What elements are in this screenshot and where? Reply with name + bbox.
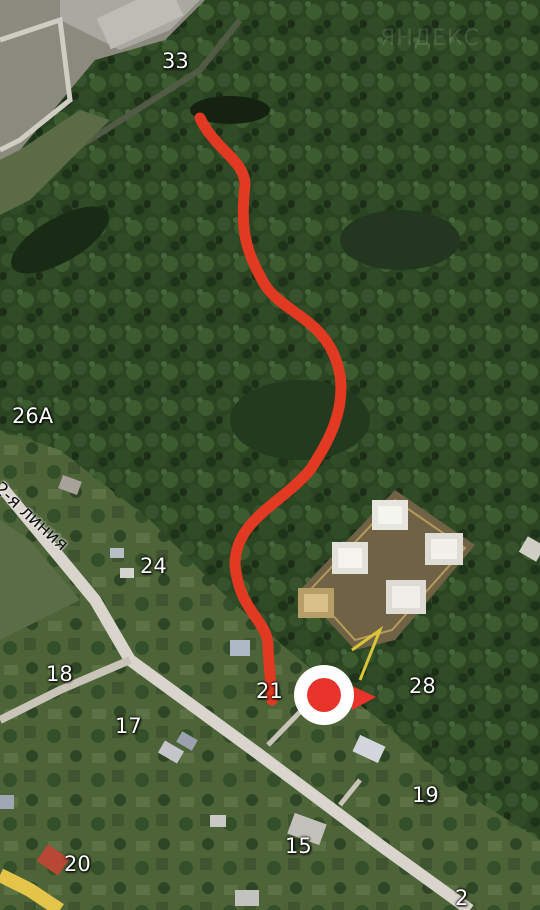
house-number-2: 2	[455, 886, 469, 910]
user-location-marker[interactable]	[290, 664, 386, 728]
location-dot-icon	[307, 678, 341, 712]
house-number-26a: 26A	[12, 404, 54, 428]
house-number-18: 18	[46, 662, 73, 686]
map-canvas[interactable]: ЯНДЕКС 33 26A 24 18 17 21 28 19 15 20 2 …	[0, 0, 540, 910]
house-number-19: 19	[412, 783, 439, 807]
house-number-24: 24	[140, 554, 167, 578]
house-number-28: 28	[409, 674, 436, 698]
house-number-20: 20	[64, 852, 91, 876]
house-number-33: 33	[162, 49, 189, 73]
house-number-21: 21	[256, 679, 283, 703]
direction-arrow-icon	[352, 686, 376, 710]
house-number-17: 17	[115, 714, 142, 738]
satellite-imagery	[0, 0, 540, 910]
house-number-15: 15	[285, 834, 312, 858]
map-watermark: ЯНДЕКС	[380, 26, 480, 51]
